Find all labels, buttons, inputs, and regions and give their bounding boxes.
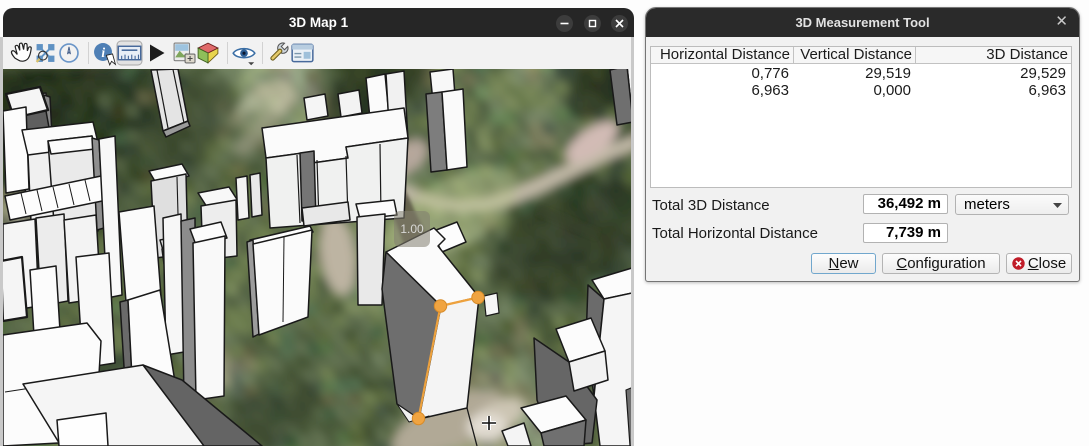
svg-text:i: i — [101, 45, 105, 60]
svg-text:1.00: 1.00 — [400, 222, 424, 236]
